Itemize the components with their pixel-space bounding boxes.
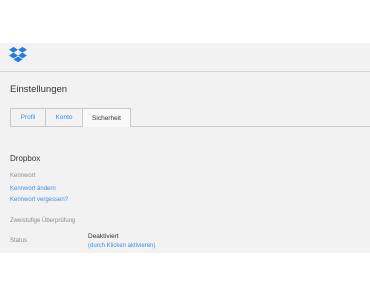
tab-security[interactable]: Sicherheit bbox=[82, 108, 131, 127]
settings-tabs: Profil Konto Sicherheit bbox=[10, 108, 131, 127]
tab-account[interactable]: Konto bbox=[45, 108, 83, 126]
two-step-label: Zweistufige Überprüfung bbox=[10, 218, 76, 224]
section-title: Dropbox bbox=[10, 154, 41, 163]
app-frame: Einstellungen Profil Konto Sicherheit Dr… bbox=[0, 43, 370, 253]
status-label: Status bbox=[10, 238, 28, 244]
tabs-divider bbox=[10, 126, 370, 127]
forgot-password-link[interactable]: Kennwort vergessen? bbox=[10, 197, 68, 203]
tab-profile[interactable]: Profil bbox=[10, 108, 46, 126]
page-title: Einstellungen bbox=[10, 84, 68, 95]
header-divider bbox=[0, 71, 370, 72]
dropbox-logo-icon[interactable] bbox=[9, 46, 27, 64]
password-label: Kennwort bbox=[10, 173, 36, 179]
change-password-link[interactable]: Kennwort ändern bbox=[10, 186, 56, 192]
status-value: Deaktiviert bbox=[88, 233, 119, 240]
enable-two-step-link[interactable]: (durch Klicken aktivieren) bbox=[88, 243, 155, 249]
